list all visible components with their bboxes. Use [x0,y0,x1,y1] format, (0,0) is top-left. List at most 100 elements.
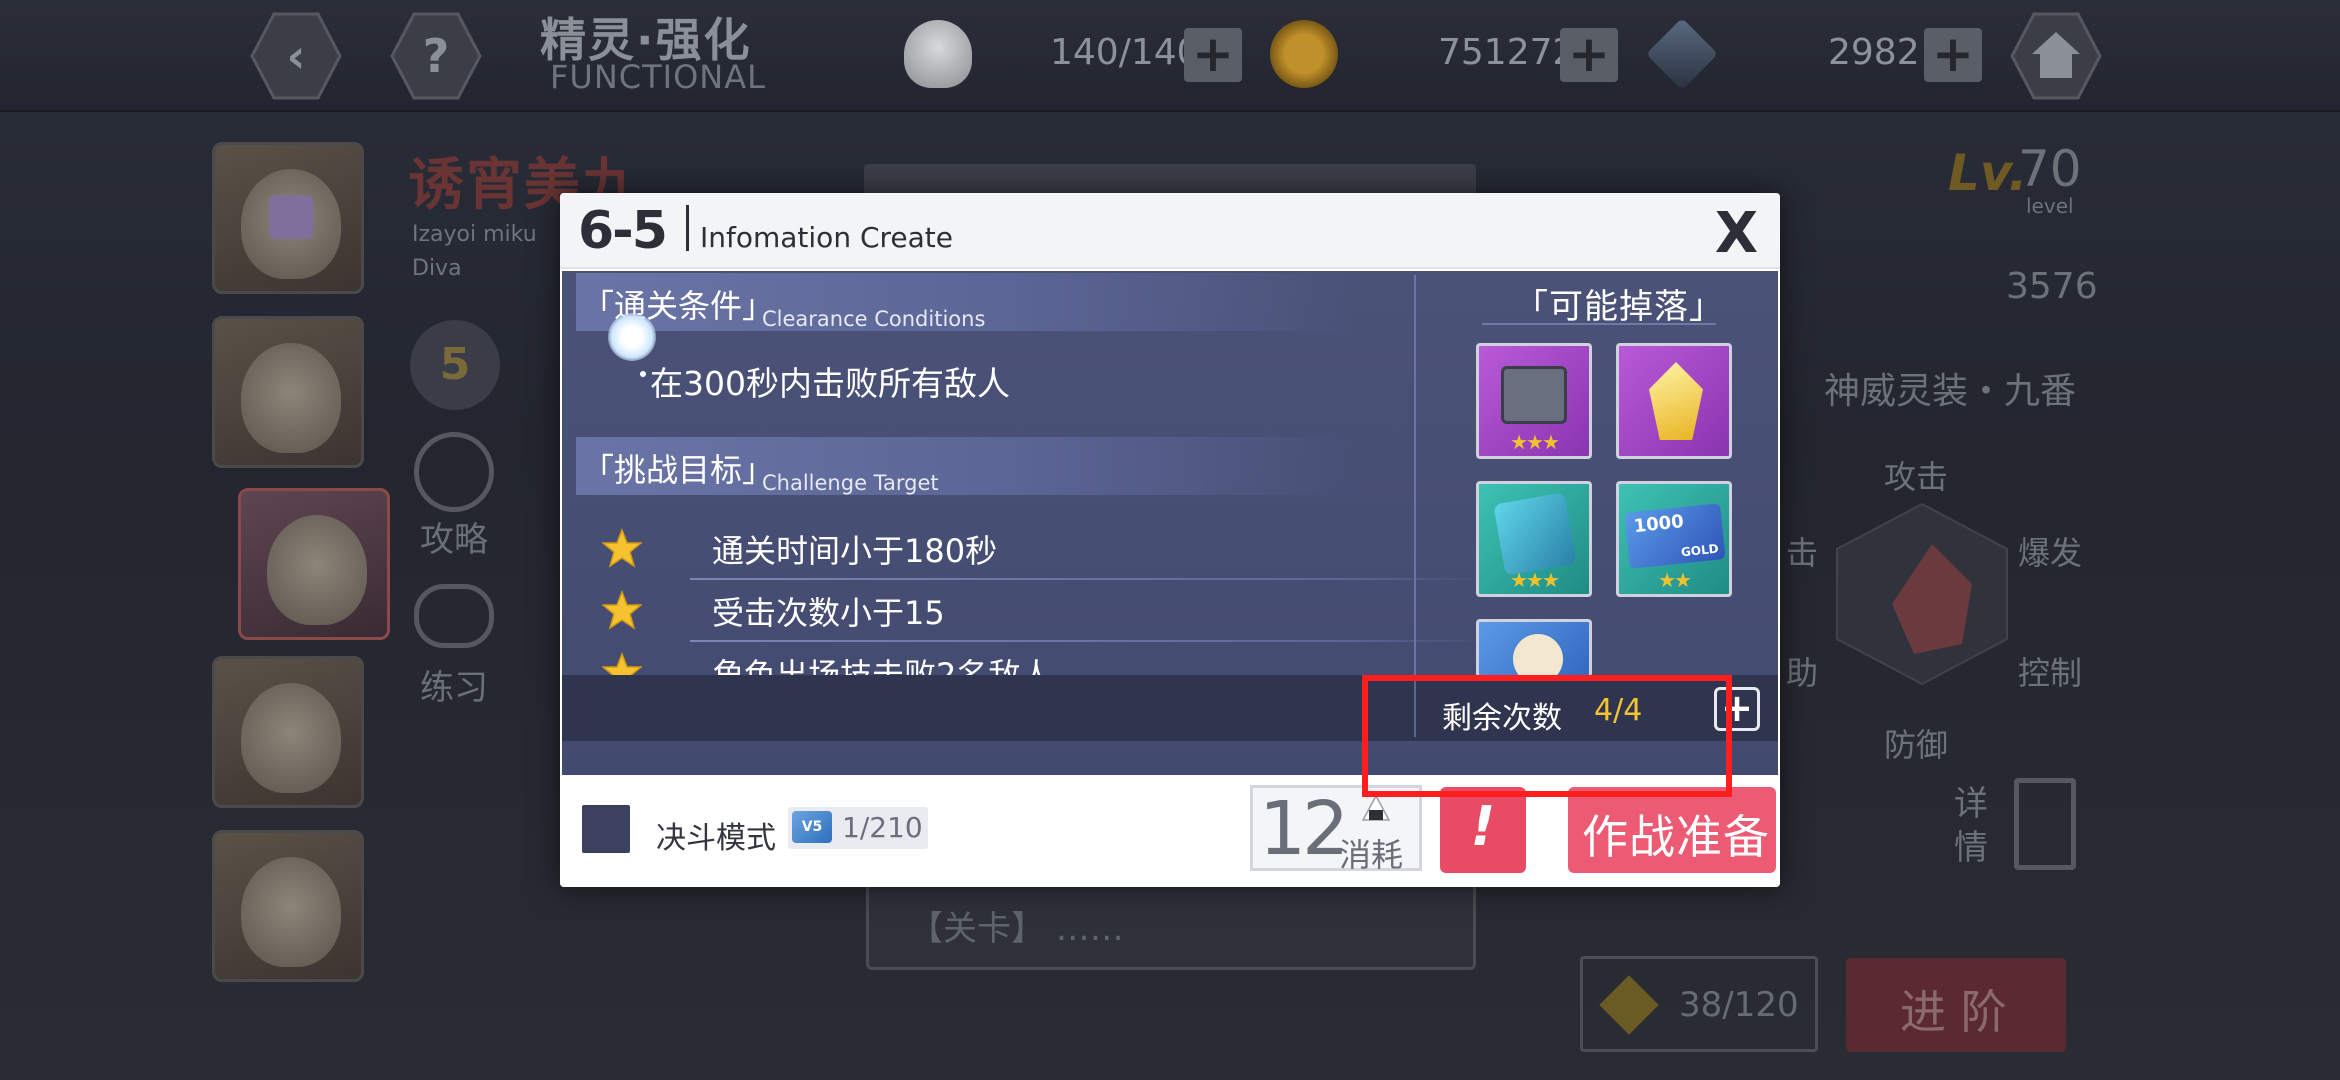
level-value: 70 [2018,140,2082,198]
book-icon[interactable] [2014,778,2076,870]
gamepad-icon[interactable] [414,584,494,648]
gold-ticket-icon: 1000 GOLD [1624,503,1726,569]
column-divider [1414,275,1416,725]
duel-ticket-value: 1/210 [842,811,923,844]
challenge-target-row: 受击次数小于15 [602,582,1490,642]
drop-item[interactable] [1476,619,1592,677]
star-icon [602,590,642,630]
battle-prepare-button[interactable]: 作战准备 [1568,787,1776,873]
star-icon [602,528,642,568]
character-portrait[interactable] [212,830,364,982]
rabbit-item-icon [1513,634,1563,677]
challenge-title: 「挑战目标」 [582,451,775,489]
alert-icon: ! [1470,795,1496,858]
help-button[interactable]: ? [388,8,484,104]
ticket-amount: 1000 [1632,511,1685,538]
drops-title: 「可能掉落」 [1514,287,1724,327]
dialog-header: 6-5 Infomation Create X [560,193,1780,269]
stamina-cost-box: 12 消耗 [1250,785,1422,874]
clearance-title-en: Clearance Conditions [762,307,986,331]
crystal-icon [1645,17,1719,91]
clearance-header: 「通关条件」 Clearance Conditions [576,273,1356,331]
item-stars: ★★★ [1510,430,1560,454]
drop-item[interactable] [1616,343,1732,459]
battle-prepare-label: 作战准备 [1582,810,1770,864]
stamina-plus-button[interactable]: + [1184,28,1242,82]
rank-badge-icon: 5 [410,320,500,410]
chip-item-icon [1501,366,1567,424]
clearance-condition: 在300秒内击败所有敌人 [650,364,1010,403]
item-stars: ★★★ [1510,568,1560,592]
home-button[interactable] [2008,8,2104,104]
challenge-header: 「挑战目标」 Challenge Target [576,437,1356,495]
power-value: 3576 [2006,266,2098,307]
stat-radar-chart [1836,502,2008,686]
rice-ball-icon [904,20,972,88]
challenge-title-en: Challenge Target [762,471,939,495]
character-portrait-locked[interactable] [212,142,364,294]
character-portrait-selected[interactable] [238,488,390,640]
exp-book-icon [1493,492,1577,576]
character-portrait[interactable] [212,316,364,468]
gold-value: 751272 [1438,32,1576,73]
advance-button[interactable]: 进 阶 [1846,958,2066,1052]
item-stars: ★★ [1658,568,1692,592]
gold-plus-button[interactable]: + [1560,28,1618,82]
question-icon: ? [422,29,450,83]
drop-item[interactable]: ★★★ [1476,343,1592,459]
challenge-target-text: 通关时间小于180秒 [712,532,998,570]
guide-label[interactable]: 攻略 [420,512,488,561]
screen-subtitle: FUNCTIONAL [550,58,766,96]
character-romaji: Izayoi miku [412,222,537,247]
gold-crystal-icon [1649,362,1703,440]
alert-button[interactable]: ! [1440,787,1526,873]
level-prefix: Lv. [1948,144,2028,202]
drops-underline [1482,323,1716,325]
stat-defense-label: 防御 [1884,726,1949,764]
challenge-target-row: 通关时间小于180秒 [602,520,1490,580]
character-class: Diva [412,256,462,281]
character-portrait[interactable] [212,656,364,808]
ticket-sub: GOLD [1680,541,1720,560]
highlight-box [1362,675,1732,797]
drop-item[interactable]: ★★★ [1476,481,1592,597]
lock-icon [269,195,313,239]
challenge-target-text: 受击次数小于15 [712,594,945,632]
duel-ticket-icon: V5 [792,811,832,843]
sparkle-effect [608,313,656,361]
bullet-dot [640,371,646,377]
advance-label: 进 阶 [1900,985,2007,1039]
back-button[interactable]: ‹ [248,8,344,104]
material-count: 38/120 [1679,985,1799,1025]
drop-item[interactable]: 1000 GOLD ★★ [1616,481,1732,597]
guide-icon[interactable] [414,432,494,512]
level-label: level [2026,194,2074,218]
details-label[interactable]: 详情 [1954,782,1994,870]
material-box: 38/120 [1580,956,1818,1052]
clearance-title: 「通关条件」 [582,287,775,325]
close-button[interactable]: X [1715,201,1758,266]
stat-control-label: 控制 [2018,654,2083,692]
duel-ticket-box: V5 1/210 [788,807,928,849]
crystal-value: 2982 [1828,32,1920,73]
costume-name: 神威灵装・九番 [1824,371,2077,412]
stage-name: Infomation Create [700,221,953,254]
stat-attack-label: 攻击 [1884,458,1949,496]
stamina-value: 140/140 [1050,32,1200,73]
row-divider [690,578,1490,580]
material-crystal-icon [1599,975,1659,1035]
duel-mode-label: 决斗模式 [656,821,776,856]
stage-number: 6-5 [578,201,668,261]
row-divider [690,640,1490,642]
crystal-plus-button[interactable]: + [1924,28,1982,82]
duel-mode-checkbox[interactable] [582,805,630,853]
rice-ball-icon [1361,794,1391,821]
bottom-info-panel: 【关卡】 …… [866,880,1476,970]
cost-label: 消耗 [1339,836,1404,874]
top-bar: ‹ ? 精灵·强化 FUNCTIONAL 140/140 + 751272 + … [0,0,2340,112]
stat-hit-label: 击 [1786,534,1819,572]
stat-assist-label: 助 [1786,654,1819,692]
practice-label[interactable]: 练习 [420,660,488,709]
header-divider [686,205,689,251]
cost-value: 12 [1259,786,1349,872]
